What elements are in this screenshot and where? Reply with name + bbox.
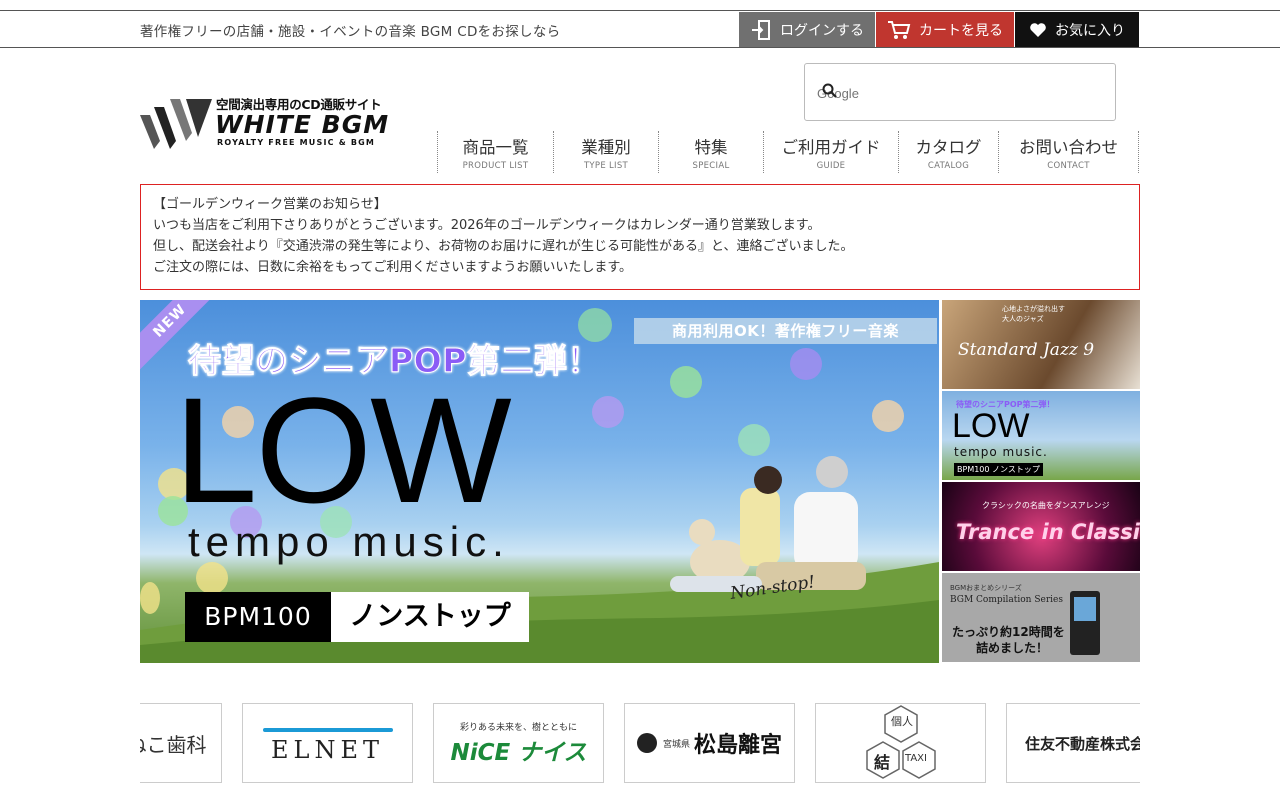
nav-label: 特集 <box>694 138 728 157</box>
thumb-text: 心地よさが溢れ出す <box>1002 305 1065 313</box>
banner-thumbnails: 心地よさが溢れ出す 大人のジャズ Standard Jazz 9 待望のシニアP… <box>942 300 1140 664</box>
client-logo-strip: ねこ歯科 ELNET 彩りある未来を、樹とともに NiCE ナイス 宮城県 松島… <box>140 703 1140 783</box>
notice-line: いつも当店をご利用下さりありがとうございます。2026年のゴールデンウィークはカ… <box>153 218 821 233</box>
thumbnail-trance-classics[interactable]: クラシックの名曲をダンスアレンジ Trance in Classics <box>942 482 1140 571</box>
bpm-badge: BPM100 ノンストップ <box>185 592 529 642</box>
thumbnail-standard-jazz[interactable]: 心地よさが溢れ出す 大人のジャズ Standard Jazz 9 <box>942 300 1140 389</box>
client-name: NiCE ナイス <box>450 739 587 766</box>
nav-sublabel: CONTACT <box>1047 161 1090 171</box>
heart-icon <box>1029 22 1047 38</box>
cart-label: カートを見る <box>919 22 1003 39</box>
thumb-title: Standard Jazz 9 <box>958 340 1095 360</box>
top-bar: 著作権フリーの店舗・施設・イベントの音楽 BGM CDをお探しなら ログインする… <box>0 10 1280 48</box>
nav-sublabel: TYPE LIST <box>583 161 629 171</box>
main-banner[interactable]: NEW 商用利用OK！著作権フリー音楽 待望のシニアPOP第二弾！ LOW te… <box>140 300 939 663</box>
thumb-text: 詰めました！ <box>976 641 1049 655</box>
client-tag: 個人 <box>891 715 913 728</box>
thumb-text: tempo music. <box>954 445 1048 459</box>
main-nav: 商品一覧 PRODUCT LIST 業種別 TYPE LIST 特集 SPECI… <box>437 131 1139 173</box>
nav-item-special[interactable]: 特集 SPECIAL <box>659 131 764 173</box>
nav-label: お問い合わせ <box>1019 138 1118 157</box>
favorites-label: お気に入り <box>1055 22 1125 39</box>
nav-item-contact[interactable]: お問い合わせ CONTACT <box>999 131 1139 173</box>
client-logo-nice[interactable]: 彩りある未来を、樹とともに NiCE ナイス <box>433 703 604 783</box>
thumb-title: BGM Compilation Series <box>950 595 1063 605</box>
nav-label: ご利用ガイド <box>781 138 881 157</box>
thumb-text: たっぷり約12時間を <box>952 625 1065 639</box>
client-name: 松島離宮 <box>694 732 783 758</box>
search-box[interactable] <box>804 63 1116 121</box>
thumb-text: BPM100 ノンストップ <box>954 463 1043 476</box>
thumb-text: 大人のジャズ <box>1002 315 1044 323</box>
nav-sublabel: CATALOG <box>927 161 970 171</box>
client-logo-matsushima[interactable]: 宮城県 松島離宮 <box>624 703 795 783</box>
login-icon <box>750 19 772 41</box>
thumb-title: Trance in Classics <box>956 520 1140 544</box>
nav-sublabel: PRODUCT LIST <box>462 161 529 171</box>
notice-box: 【ゴールデンウィーク営業のお知らせ】 いつも当店をご利用下さりありがとうございま… <box>140 184 1140 290</box>
search-icon <box>822 83 838 103</box>
client-logo-elnet[interactable]: ELNET <box>242 703 413 783</box>
nav-sublabel: SPECIAL <box>692 161 730 171</box>
banner-subtitle: tempo music. <box>188 518 510 565</box>
cart-button[interactable]: カートを見る <box>876 12 1014 47</box>
logo-mark-icon <box>140 99 212 149</box>
player-screen <box>1074 597 1096 621</box>
login-label: ログインする <box>780 22 864 39</box>
banner-caption: 商用利用OK！著作権フリー音楽 <box>634 318 937 344</box>
nav-sublabel: GUIDE <box>816 161 846 171</box>
logo-subtitle: ROYALTY FREE MUSIC & BGM <box>217 138 376 147</box>
nav-item-guide[interactable]: ご利用ガイド GUIDE <box>764 131 899 173</box>
bpm-label: BPM100 <box>185 592 331 642</box>
logo-name: WHITE BGM <box>215 110 390 139</box>
login-button[interactable]: ログインする <box>739 12 875 47</box>
notice-line: 但し、配送会社より『交通渋滞の発生等により、お荷物のお届けに遅れが生じる可能性が… <box>153 239 854 254</box>
search-input[interactable] <box>815 79 1105 107</box>
thumbnail-low-tempo[interactable]: 待望のシニアPOP第二弾！ LOW tempo music. BPM100 ノン… <box>942 391 1140 480</box>
client-name: ねこ歯科 <box>140 732 207 757</box>
notice-title: 【ゴールデンウィーク営業のお知らせ】 <box>153 197 387 212</box>
client-name: 住友不動産株式会 <box>1025 734 1140 753</box>
elnet-swoosh-icon <box>263 728 393 732</box>
nav-label: カタログ <box>915 138 982 157</box>
client-tagline: 彩りある未来を、樹とともに <box>459 722 577 733</box>
thumb-title: LOW <box>952 407 1030 445</box>
nav-label: 商品一覧 <box>462 138 529 157</box>
nav-item-type-list[interactable]: 業種別 TYPE LIST <box>554 131 659 173</box>
client-logo-sumitomo[interactable]: 住友不動産株式会 <box>1006 703 1140 783</box>
client-tag: TAXI <box>905 753 927 764</box>
nonstop-label: ノンストップ <box>331 592 529 642</box>
favorites-button[interactable]: お気に入り <box>1015 12 1139 47</box>
client-logo-neko-dental[interactable]: ねこ歯科 <box>140 703 222 783</box>
client-name: ELNET <box>271 736 384 764</box>
cart-icon <box>887 19 911 41</box>
site-logo[interactable]: 空間演出専用のCD通販サイト WHITE BGM ROYALTY FREE MU… <box>140 93 390 153</box>
client-prefix: 宮城県 <box>662 739 690 750</box>
banner-title: LOW <box>174 366 512 534</box>
thumb-text: クラシックの名曲をダンスアレンジ <box>982 501 1110 510</box>
client-name: 結 <box>874 753 891 772</box>
thumbnail-bgm-compilation[interactable]: BGMおまとめシリーズ BGM Compilation Series たっぷり約… <box>942 573 1140 662</box>
client-logo-yui-taxi[interactable]: 個人 結 TAXI <box>815 703 986 783</box>
thumb-text: BGMおまとめシリーズ <box>950 584 1022 592</box>
site-tagline: 著作権フリーの店舗・施設・イベントの音楽 BGM CDをお探しなら <box>140 24 561 40</box>
crest-icon <box>636 733 657 753</box>
nav-item-catalog[interactable]: カタログ CATALOG <box>899 131 999 173</box>
notice-line: ご注文の際には、日数に余裕をもってご利用くださいますようお願いいたします。 <box>153 260 633 275</box>
nav-item-product-list[interactable]: 商品一覧 PRODUCT LIST <box>438 131 554 173</box>
nav-label: 業種別 <box>581 138 631 157</box>
